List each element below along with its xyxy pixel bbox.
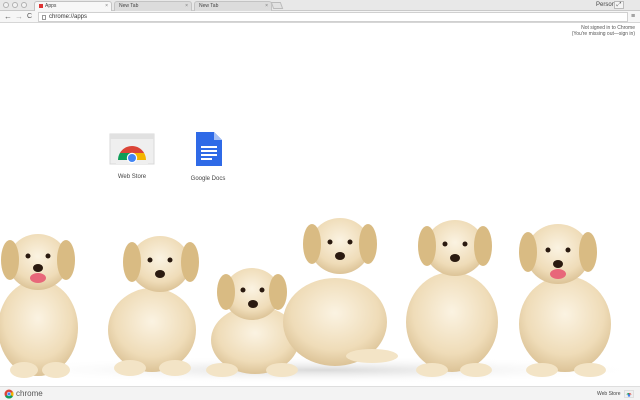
tab-strip: Apps × New Tab × New Tab × Person 2 ⤢ bbox=[0, 0, 640, 11]
tab-apps[interactable]: Apps × bbox=[34, 1, 112, 11]
google-docs-icon bbox=[196, 132, 222, 166]
minimize-window-button[interactable] bbox=[12, 2, 18, 8]
puppy-4 bbox=[283, 218, 398, 366]
chrome-wordmark: chrome bbox=[16, 389, 43, 398]
web-store-icon[interactable] bbox=[624, 390, 634, 398]
forward-button[interactable]: → bbox=[15, 11, 23, 23]
tab-label: Apps bbox=[45, 3, 57, 9]
new-tab-button[interactable] bbox=[270, 2, 284, 9]
toolbar: ← → C chrome://apps ☆ ≡ bbox=[0, 11, 640, 23]
signin-notice[interactable]: Not signed in to Chrome (You're missing … bbox=[572, 25, 635, 37]
fullscreen-icon[interactable]: ⤢ bbox=[614, 1, 624, 9]
apps-grid-icon bbox=[39, 3, 43, 8]
close-window-button[interactable] bbox=[3, 2, 9, 8]
url-text: chrome://apps bbox=[49, 14, 88, 20]
tab-label: New Tab bbox=[199, 3, 219, 9]
menu-icon[interactable]: ≡ bbox=[631, 11, 635, 23]
signin-line-2: (You're missing out—sign in) bbox=[571, 31, 635, 37]
reload-button[interactable]: C bbox=[27, 11, 32, 23]
tab-label: New Tab bbox=[119, 3, 139, 9]
puppy-2 bbox=[108, 236, 199, 376]
close-icon[interactable]: × bbox=[105, 2, 108, 11]
puppies-background-image bbox=[0, 218, 640, 384]
tab-new-tab-1[interactable]: New Tab × bbox=[114, 1, 192, 11]
chrome-logo-icon bbox=[4, 389, 14, 399]
address-bar[interactable]: chrome://apps ☆ bbox=[38, 12, 628, 22]
back-button[interactable]: ← bbox=[4, 11, 12, 23]
tab-new-tab-2[interactable]: New Tab × bbox=[194, 1, 272, 11]
app-label: Web Store bbox=[117, 174, 147, 180]
app-web-store[interactable]: Web Store bbox=[102, 132, 162, 180]
web-store-link[interactable]: Web Store bbox=[597, 387, 621, 400]
app-label: Google Docs bbox=[190, 176, 226, 182]
app-google-docs[interactable]: Google Docs bbox=[178, 130, 238, 182]
zoom-window-button[interactable] bbox=[21, 2, 27, 8]
web-store-icon bbox=[109, 133, 155, 165]
window-controls bbox=[3, 2, 27, 8]
close-icon[interactable]: × bbox=[185, 2, 188, 11]
puppy-6 bbox=[519, 224, 611, 377]
puppy-5 bbox=[406, 220, 498, 377]
close-icon[interactable]: × bbox=[265, 2, 268, 11]
puppy-1 bbox=[0, 234, 78, 378]
page-icon bbox=[42, 15, 46, 20]
bottom-bar: chrome Web Store bbox=[0, 386, 640, 400]
